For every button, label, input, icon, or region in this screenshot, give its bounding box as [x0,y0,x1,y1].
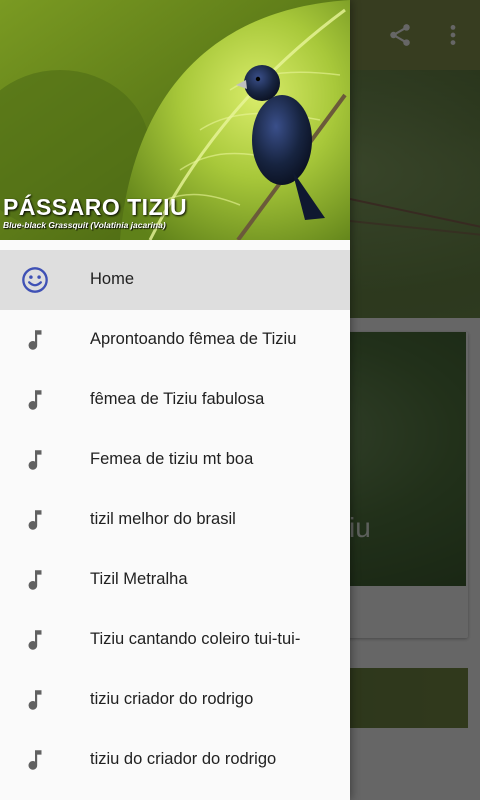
menu-item-track[interactable]: tiziu do criador do rodrigo [0,730,350,790]
music-note-icon [20,745,50,775]
menu-item-home[interactable]: Home [0,250,350,310]
menu-item-label: tiziu do criador do rodrigo [90,750,277,768]
music-note-icon [20,385,50,415]
music-note-icon [20,565,50,595]
menu-item-label: tizil melhor do brasil [90,510,236,528]
menu-item-track[interactable]: tizil melhor do brasil [0,490,350,550]
drawer-header: PÁSSARO TIZIU Blue-black Grassquit (Vola… [0,0,350,240]
menu-item-track[interactable]: Femea de tiziu mt boa [0,430,350,490]
menu-item-label: Home [90,270,135,288]
music-note-icon [20,625,50,655]
menu-item-label: tiziu criador do rodrigo [90,690,254,708]
menu-item-track[interactable]: fêmea de Tiziu fabulosa [0,370,350,430]
drawer-menu: Home Apronto­ando fêmea de Tiziu fêmea d… [0,250,350,790]
menu-item-label: fêmea de Tiziu fabulosa [90,390,265,408]
music-note-icon [20,325,50,355]
menu-item-label: Tiziu cantando coleiro tui-tui- [90,630,301,648]
smiley-face-icon [20,265,50,295]
music-note-icon [20,505,50,535]
menu-item-track[interactable]: tiziu criador do rodrigo [0,670,350,730]
music-note-icon [20,685,50,715]
menu-item-track[interactable]: Apronto­ando fêmea de Tiziu [0,310,350,370]
drawer-header-subtitle: Blue-black Grassquit (Volatinia jacarina… [3,220,166,230]
menu-item-track[interactable]: Tiziu cantando coleiro tui-tui- [0,610,350,670]
menu-item-track[interactable]: Tizil Metralha [0,550,350,610]
menu-item-label: Apronto­ando fêmea de Tiziu [90,330,297,348]
menu-item-label: Tizil Metralha [90,570,188,588]
drawer-header-title: PÁSSARO TIZIU [3,194,188,220]
navigation-drawer: PÁSSARO TIZIU Blue-black Grassquit (Vola… [0,0,350,800]
music-note-icon [20,445,50,475]
menu-item-label: Femea de tiziu mt boa [90,450,254,468]
